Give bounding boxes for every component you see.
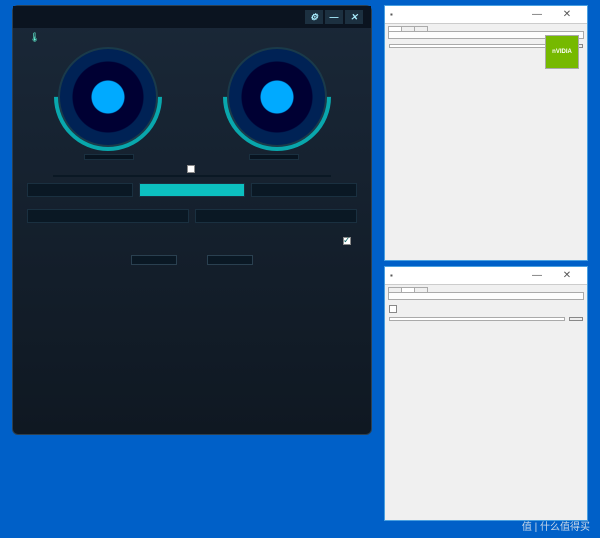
gpu-select[interactable] — [389, 44, 565, 48]
memory-gauge — [199, 47, 354, 152]
settings-icon[interactable]: ⚙ — [305, 10, 323, 24]
default-button[interactable] — [207, 255, 253, 265]
apply-button[interactable] — [131, 255, 177, 265]
watermark: 值 | 什么值得买 — [522, 518, 590, 533]
gpuz-graphics-card-window: ▪ —✕ nVIDIA — [384, 5, 588, 261]
minimize-icon[interactable]: — — [522, 9, 552, 20]
close-icon[interactable]: ✕ — [345, 10, 363, 24]
gpuz-icon: ▪ — [390, 10, 393, 19]
gpu-clock-value — [84, 154, 134, 160]
tab-voltage[interactable] — [251, 183, 357, 197]
nvidia-logo-icon: nVIDIA — [545, 35, 579, 69]
minimize-icon[interactable]: — — [522, 270, 552, 281]
close-button[interactable] — [569, 317, 583, 321]
tab-1click-oc[interactable] — [27, 183, 133, 197]
mem-clock-value — [249, 154, 299, 160]
gpu-select[interactable] — [389, 317, 565, 321]
gpuz-sensors-window: ▪ —✕ — [384, 266, 588, 521]
close-icon[interactable]: ✕ — [552, 270, 582, 281]
log-checkbox[interactable] — [389, 305, 397, 313]
close-icon[interactable]: ✕ — [552, 9, 582, 20]
sync-checkbox[interactable] — [187, 165, 195, 173]
tab-hyper-boost[interactable] — [195, 209, 357, 223]
gpu-temp-value: 🌡 — [29, 32, 40, 43]
auto-checkbox[interactable] — [343, 237, 351, 245]
slider-panel — [13, 229, 371, 237]
gpuz-titlebar[interactable]: ▪ —✕ — [385, 6, 587, 24]
gpuz-icon: ▪ — [390, 271, 393, 280]
tab-sensors[interactable] — [401, 287, 415, 292]
tab-graphics-card[interactable] — [388, 26, 402, 31]
gpuz-titlebar[interactable]: ▪ —✕ — [385, 267, 587, 285]
tab-lighting[interactable] — [27, 209, 189, 223]
minimize-icon[interactable]: — — [325, 10, 343, 24]
gpu-gauge — [30, 47, 185, 152]
xtreme-tuner-window: ⚙ — ✕ 🌡 — [12, 5, 372, 435]
tuner-titlebar[interactable]: ⚙ — ✕ — [13, 6, 371, 28]
tab-overclock[interactable] — [139, 183, 245, 197]
